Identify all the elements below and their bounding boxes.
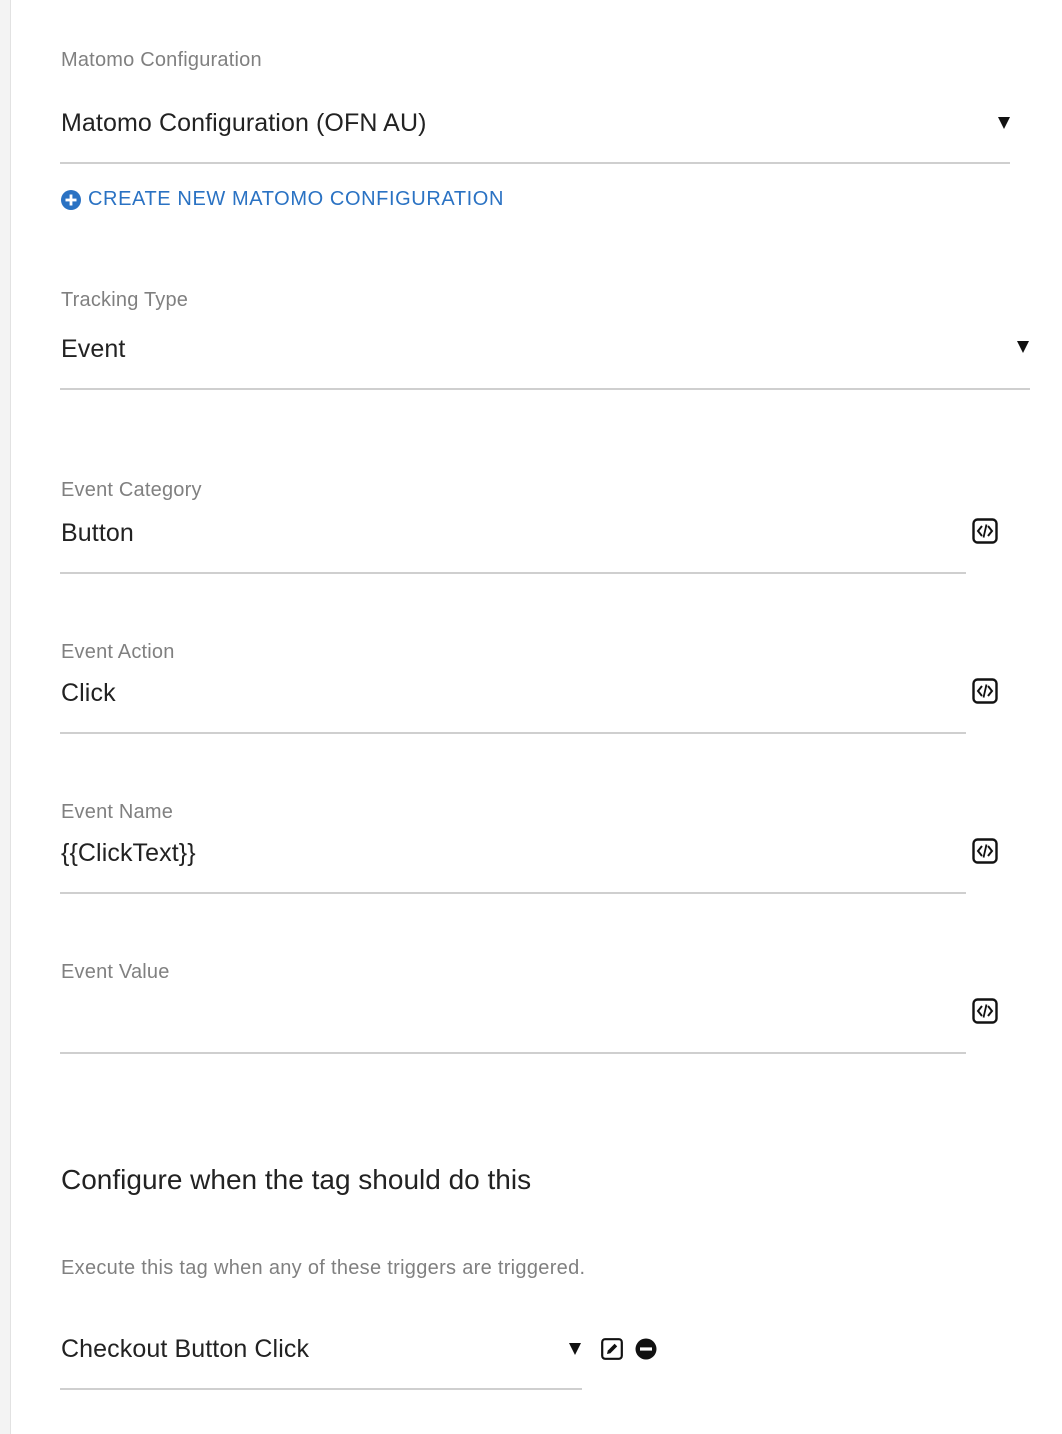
create-matomo-config-text: CREATE NEW MATOMO CONFIGURATION — [88, 188, 505, 210]
tracking-type-label: Tracking Type — [61, 289, 189, 311]
event-action-input[interactable]: Click — [60, 670, 966, 732]
caret-down-icon — [1017, 341, 1029, 353]
event-action-underline — [60, 732, 966, 734]
matomo-config-value: Matomo Configuration (OFN AU) — [61, 109, 427, 137]
triggers-help-text: Execute this tag when any of these trigg… — [61, 1257, 586, 1279]
minus-circle-icon[interactable] — [635, 1338, 657, 1360]
matomo-config-select[interactable]: Matomo Configuration (OFN AU) — [60, 100, 1010, 162]
create-matomo-config-link[interactable]: CREATE NEW MATOMO CONFIGURATION — [61, 188, 504, 211]
event-action-label: Event Action — [61, 641, 175, 663]
caret-down-icon — [569, 1343, 581, 1355]
event-category-underline — [60, 572, 966, 574]
left-rail — [0, 0, 11, 1434]
trigger-select-underline — [60, 1388, 582, 1390]
edit-icon[interactable] — [601, 1338, 623, 1360]
matomo-config-label: Matomo Configuration — [61, 49, 262, 71]
event-category-input[interactable]: Button — [60, 510, 966, 572]
trigger-select-value: Checkout Button Click — [61, 1335, 310, 1363]
event-name-value: {{ClickText}} — [61, 839, 196, 867]
variable-insert-icon[interactable] — [972, 518, 998, 544]
tag-edit-form: Matomo Configuration Matomo Configuratio… — [0, 0, 1062, 1434]
event-category-value: Button — [61, 519, 134, 547]
trigger-select[interactable]: Checkout Button Click — [60, 1326, 582, 1388]
variable-insert-icon[interactable] — [972, 678, 998, 704]
event-action-value: Click — [61, 679, 116, 707]
variable-insert-icon[interactable] — [972, 998, 998, 1024]
event-category-label: Event Category — [61, 479, 202, 501]
matomo-config-underline — [60, 162, 1010, 164]
event-value-input[interactable] — [60, 990, 966, 1052]
plus-circle-icon — [61, 189, 81, 210]
variable-insert-icon[interactable] — [972, 838, 998, 864]
tracking-type-underline — [60, 388, 1030, 390]
triggers-section-title: Configure when the tag should do this — [61, 1164, 532, 1195]
caret-down-icon — [998, 117, 1010, 129]
tracking-type-value: Event — [61, 335, 126, 363]
event-value-label: Event Value — [61, 961, 170, 983]
tracking-type-select[interactable]: Event — [60, 326, 1030, 388]
event-name-underline — [60, 892, 966, 894]
event-name-label: Event Name — [61, 801, 174, 823]
event-name-input[interactable]: {{ClickText}} — [60, 830, 966, 892]
event-value-underline — [60, 1052, 966, 1054]
